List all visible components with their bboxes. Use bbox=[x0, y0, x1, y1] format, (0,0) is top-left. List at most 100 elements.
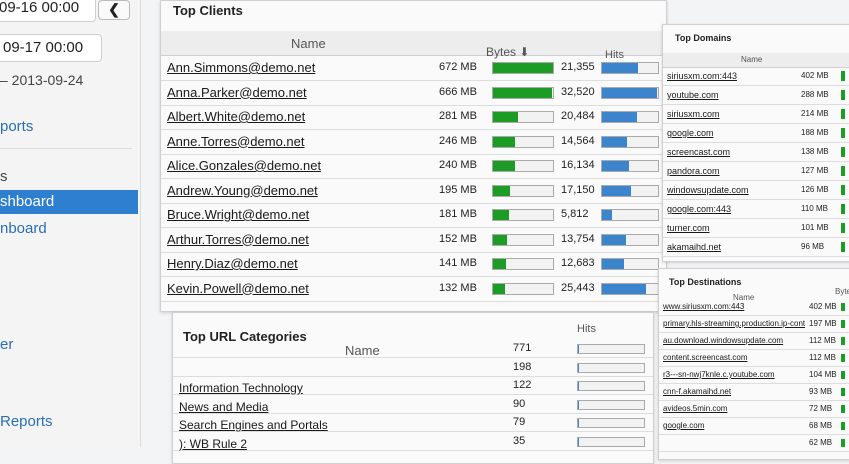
url-category-hits: 90 bbox=[513, 397, 526, 410]
top-clients-header: Name Bytes ⬇ Hits bbox=[161, 31, 666, 61]
bytes-bar bbox=[492, 160, 554, 172]
top-destinations-panel: Top Destinations Name Byte www.siriusxm.… bbox=[658, 268, 849, 460]
client-email-link[interactable]: Alice.Gonzales@demo.net bbox=[167, 158, 321, 173]
table-row: 198 bbox=[173, 358, 653, 377]
table-row: akamaihd.net 96 MB bbox=[663, 238, 849, 257]
bytes-bar bbox=[492, 258, 554, 270]
url-category-link[interactable]: Search Engines and Portals bbox=[179, 418, 328, 432]
domain-bytes: 402 MB bbox=[801, 71, 829, 80]
url-category-hits: 198 bbox=[513, 360, 532, 373]
destination-link[interactable]: au.download.windowsupdate.com bbox=[663, 336, 805, 345]
hits-bar-fill bbox=[602, 63, 638, 73]
client-hits-value: 20,484 bbox=[561, 110, 595, 122]
client-email-link[interactable]: Bruce.Wright@demo.net bbox=[167, 207, 309, 222]
table-row: windowsupdate.com 126 MB bbox=[663, 181, 849, 200]
bytes-bar-fill bbox=[841, 422, 845, 430]
domain-link[interactable]: siriusxm.com:443 bbox=[667, 71, 737, 81]
col-name-header[interactable]: Name bbox=[741, 55, 762, 64]
domain-link[interactable]: siriusxm.com bbox=[667, 109, 720, 119]
col-hits-header[interactable]: Hits bbox=[577, 323, 596, 335]
hits-bar-fill bbox=[578, 419, 580, 427]
nav-dashboard-selected[interactable]: shboard bbox=[0, 190, 138, 214]
bytes-bar-fill bbox=[841, 109, 845, 119]
hits-bar-fill bbox=[602, 283, 646, 294]
nav-er-link[interactable]: er bbox=[0, 336, 13, 353]
domain-bytes: 101 MB bbox=[801, 223, 829, 232]
table-row: www.siriusxm.com:443 402 MB bbox=[659, 299, 849, 316]
client-hits-value: 5,812 bbox=[561, 208, 589, 220]
url-category-link[interactable]: News and Media bbox=[179, 400, 268, 414]
bytes-bar-fill bbox=[841, 242, 845, 252]
client-hits-value: 32,520 bbox=[561, 85, 595, 98]
domain-link[interactable]: screencast.com bbox=[667, 147, 730, 157]
client-email-link[interactable]: Kevin.Powell@demo.net bbox=[167, 281, 309, 296]
hits-bar-fill bbox=[602, 185, 632, 196]
hits-bar-fill bbox=[602, 161, 630, 171]
table-row: Bruce.Wright@demo.net 181 MB 5,812 bbox=[161, 203, 666, 228]
bytes-bar-fill bbox=[493, 161, 515, 171]
url-category-link[interactable]: ): WB Rule 2 bbox=[179, 437, 247, 451]
destination-link[interactable]: r3---sn-nwj7knle.c.youtube.com bbox=[663, 370, 805, 379]
start-date-field[interactable]: 09-16 00:00 bbox=[0, 0, 96, 22]
bytes-bar-fill bbox=[841, 90, 845, 100]
top-clients-panel: Top Clients Name Bytes ⬇ Hits Ann.Simmon… bbox=[160, 0, 667, 312]
client-email-link[interactable]: Henry.Diaz@demo.net bbox=[167, 256, 298, 271]
hits-bar bbox=[577, 362, 645, 373]
destination-link[interactable]: avideos.5min.com bbox=[663, 404, 805, 413]
hits-bar-fill bbox=[602, 136, 627, 147]
client-hits-value: 25,443 bbox=[561, 281, 595, 294]
table-row: Andrew.Young@demo.net 195 MB 17,150 bbox=[161, 179, 666, 204]
domain-bytes: 126 MB bbox=[801, 185, 829, 194]
nav-reports-bottom-link[interactable]: Reports bbox=[0, 413, 53, 430]
bytes-bar bbox=[492, 111, 554, 123]
destination-bytes: 68 MB bbox=[809, 421, 833, 430]
hits-bar-fill bbox=[578, 363, 580, 372]
client-hits-value: 17,150 bbox=[561, 183, 595, 196]
end-date-field[interactable]: 09-17 00:00 bbox=[0, 34, 102, 62]
destination-link[interactable]: cnn-f.akamaihd.net bbox=[663, 387, 805, 396]
client-bytes-value: 181 MB bbox=[439, 208, 477, 220]
url-category-link[interactable]: Information Technology bbox=[179, 381, 303, 395]
domain-link[interactable]: youtube.com bbox=[667, 90, 719, 100]
bytes-bar-fill bbox=[841, 303, 845, 311]
client-email-link[interactable]: Arthur.Torres@demo.net bbox=[167, 232, 309, 247]
client-email-link[interactable]: Andrew.Young@demo.net bbox=[167, 183, 318, 198]
client-hits-value: 21,355 bbox=[561, 61, 595, 73]
col-name-header[interactable]: Name bbox=[291, 36, 326, 51]
domain-link[interactable]: windowsupdate.com bbox=[667, 185, 749, 195]
date-range-label: – 2013-09-24 bbox=[0, 72, 84, 88]
bytes-bar bbox=[492, 184, 554, 197]
client-email-link[interactable]: Anne.Torres@demo.net bbox=[167, 134, 305, 149]
table-row: Kevin.Powell@demo.net 132 MB 25,443 bbox=[161, 277, 666, 302]
chevron-left-icon[interactable]: ❮ bbox=[98, 0, 130, 20]
nav-dashboard-link[interactable]: nboard bbox=[0, 220, 47, 237]
destination-link[interactable]: content.screencast.com bbox=[663, 353, 805, 362]
bytes-bar-fill bbox=[841, 147, 845, 157]
domain-link[interactable]: google.com bbox=[667, 128, 714, 138]
destination-bytes: 93 MB bbox=[809, 387, 833, 396]
hits-bar-fill bbox=[602, 112, 637, 122]
top-domains-title: Top Domains bbox=[675, 33, 732, 43]
client-hits-value: 13,754 bbox=[561, 232, 595, 245]
bytes-bar-fill bbox=[493, 210, 510, 220]
destination-link[interactable]: www.siriusxm.com:443 bbox=[663, 302, 805, 311]
top-domains-panel: Top Domains Name siriusxm.com:443 402 MB y… bbox=[662, 24, 849, 262]
nav-reports-link[interactable]: ports bbox=[0, 118, 33, 135]
destination-bytes: 112 MB bbox=[809, 336, 836, 345]
destination-link[interactable]: google.com bbox=[663, 421, 805, 430]
bytes-bar-fill bbox=[841, 128, 845, 138]
client-email-link[interactable]: Anna.Parker@demo.net bbox=[167, 85, 307, 100]
hits-bar bbox=[577, 418, 645, 428]
domain-link[interactable]: google.com:443 bbox=[667, 204, 731, 214]
domain-link[interactable]: akamaihd.net bbox=[667, 242, 721, 252]
destination-link[interactable]: primary.hls-streaming.production.ip-cont… bbox=[663, 319, 805, 328]
client-email-link[interactable]: Ann.Simmons@demo.net bbox=[167, 60, 315, 75]
domain-link[interactable]: turner.com bbox=[667, 223, 710, 233]
hits-bar-fill bbox=[578, 345, 580, 353]
domain-link[interactable]: pandora.com bbox=[667, 166, 720, 176]
url-category-hits: 35 bbox=[513, 434, 526, 447]
client-email-link[interactable]: Albert.White@demo.net bbox=[167, 109, 305, 124]
destination-bytes: 112 MB bbox=[809, 353, 836, 362]
col-bytes-header[interactable]: Byte bbox=[835, 287, 849, 296]
domain-bytes: 110 MB bbox=[801, 204, 828, 213]
